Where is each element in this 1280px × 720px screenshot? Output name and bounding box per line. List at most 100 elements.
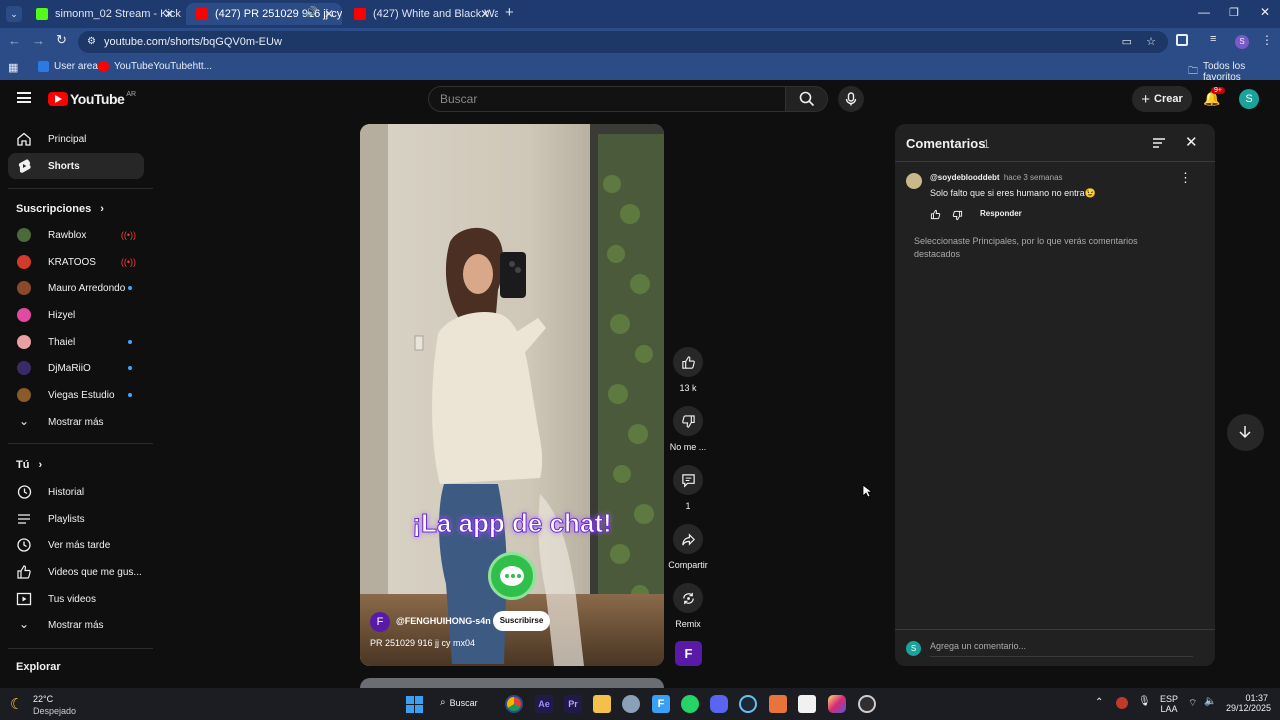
instagram-icon[interactable] [828, 695, 846, 713]
dislike-button[interactable]: No me ... [670, 406, 706, 452]
comment-time[interactable]: hace 3 semanas [1004, 173, 1063, 182]
tab-youtube-wallpaper[interactable]: (427) White and Black Wallpap ✕ [344, 3, 498, 25]
tray-overflow-icon[interactable]: ⌃ [1095, 697, 1103, 708]
channel-avatar[interactable]: F [370, 612, 390, 632]
apps-grid-icon[interactable]: ▦ [8, 61, 18, 74]
subscriptions-heading[interactable]: Suscripciones › [16, 203, 104, 215]
capcut-icon[interactable] [798, 695, 816, 713]
whatsapp-icon[interactable] [681, 695, 699, 713]
language-indicator[interactable]: ESP LAA [1160, 694, 1178, 714]
close-tab-icon[interactable]: ✕ [164, 7, 174, 21]
like-button[interactable]: 13 k [673, 347, 703, 393]
sidebar-item-viegas-estudio[interactable]: Viegas Estudio [8, 382, 144, 408]
comments-button[interactable]: 1 [673, 465, 703, 511]
close-tab-icon[interactable]: ✕ [324, 7, 334, 21]
forward-icon[interactable]: → [32, 33, 45, 48]
sidebar-item-tus-videos[interactable]: Tus videos [8, 586, 144, 612]
sidebar-item-show-more[interactable]: ⌄ Mostrar más [8, 409, 144, 435]
account-avatar[interactable]: S [1239, 89, 1259, 109]
sidebar-item-djmariio[interactable]: DjMaRiiO [8, 355, 144, 381]
sidebar-item-hizyel[interactable]: Hizyel [8, 302, 144, 328]
browser-toolbar: ← → ↻ ⚙ youtube.com/shorts/bqGQV0m-EUw ▭… [0, 28, 1280, 56]
sidebar-item-ver-mas-tarde[interactable]: Ver más tarde [8, 532, 144, 558]
search-input[interactable]: Buscar [428, 86, 786, 112]
search-button[interactable] [786, 86, 828, 112]
tab-kick[interactable]: simonm_02 Stream - Kick Dashb ✕ [26, 3, 182, 25]
next-short-preview[interactable] [360, 678, 664, 688]
channel-handle[interactable]: @FENGHUIHONG-s4n [396, 616, 491, 626]
restore-button[interactable]: ❐ [1229, 6, 1239, 19]
sidebar-item-mauro-arredondo[interactable]: Mauro Arredondo [8, 275, 144, 301]
bookmark-star-icon[interactable]: ☆ [1146, 31, 1156, 53]
bookmark-youtube[interactable]: YouTubeYouTubehtt... [98, 61, 212, 72]
minimize-button[interactable]: — [1198, 5, 1210, 19]
region-code: AR [126, 90, 137, 98]
short-video-player[interactable]: ¡La app de chat! F @FENGHUIHONG-s4n Susc… [360, 124, 664, 666]
commenter-avatar[interactable] [906, 173, 922, 189]
comment-dislike-icon[interactable] [952, 210, 963, 221]
tray-app-icon[interactable] [1116, 697, 1128, 709]
steam-icon[interactable] [739, 695, 757, 713]
tab-search-icon[interactable]: ⌄ [6, 6, 22, 22]
sidebar-item-thaiel[interactable]: Thaiel [8, 329, 144, 355]
after-effects-icon[interactable]: Ae [535, 695, 553, 713]
tray-mic-icon[interactable]: 🎙 [1138, 696, 1151, 707]
you-heading[interactable]: Tú › [16, 459, 42, 471]
wifi-icon[interactable]: ⌔ [1188, 697, 1197, 710]
discord-icon[interactable] [710, 695, 728, 713]
taskbar-search[interactable]: ⌕ Buscar [440, 697, 478, 708]
cast-icon[interactable]: ▭ [1122, 31, 1132, 53]
profile-avatar[interactable]: S [1235, 35, 1249, 49]
settings-gear-icon[interactable] [622, 695, 640, 713]
weather-desc: Despejado [33, 706, 77, 716]
close-icon[interactable]: ✕ [1185, 133, 1198, 151]
close-window-button[interactable]: ✕ [1260, 5, 1270, 19]
sort-icon[interactable] [1152, 137, 1166, 149]
clock[interactable]: 01:37 29/12/2025 [1226, 693, 1271, 713]
reply-button[interactable]: Responder [980, 209, 1022, 218]
back-icon[interactable]: ← [8, 33, 21, 48]
sidebar-item-rawblox[interactable]: Rawblox ((•)) [8, 222, 144, 248]
new-tab-button[interactable]: + [505, 4, 514, 21]
reload-icon[interactable]: ↻ [56, 32, 67, 48]
sidebar-item-liked-videos[interactable]: Videos que me gus... [8, 559, 144, 585]
app-f-icon[interactable]: F [652, 695, 670, 713]
channel-pivot-avatar[interactable]: F [675, 641, 702, 666]
remix-button[interactable]: Remix [673, 583, 703, 629]
bookmark-user-area[interactable]: User area [38, 61, 98, 72]
voice-search-button[interactable] [838, 86, 864, 112]
youtube-logo[interactable]: YouTube AR [48, 91, 136, 107]
extensions-icon[interactable] [1176, 34, 1188, 46]
app-orange-icon[interactable] [769, 695, 787, 713]
create-button[interactable]: + Crear [1132, 86, 1192, 112]
sidebar-item-you-show-more[interactable]: ⌄ Mostrar más [8, 612, 144, 638]
next-video-button[interactable] [1227, 414, 1264, 451]
windows-start-icon[interactable] [406, 696, 423, 713]
sidebar-item-shorts[interactable]: Shorts [8, 153, 144, 179]
file-explorer-icon[interactable] [593, 695, 611, 713]
subscribe-button[interactable]: Suscribirse [493, 611, 550, 631]
close-tab-icon[interactable]: ✕ [480, 7, 490, 21]
site-info-icon[interactable]: ⚙ [87, 31, 96, 53]
notifications-button[interactable]: 🔔 9+ [1203, 87, 1225, 108]
comment-like-icon[interactable] [930, 209, 941, 220]
speaker-icon[interactable]: 🔊 [306, 7, 318, 18]
premiere-icon[interactable]: Pr [564, 695, 582, 713]
hamburger-menu-icon[interactable] [17, 92, 31, 103]
sidebar-item-playlists[interactable]: Playlists [8, 506, 144, 532]
chrome-icon[interactable] [505, 695, 523, 713]
tab-youtube-short[interactable]: (427) PR 251029 916 jj cy m 🔊 ✕ [186, 3, 342, 25]
short-title[interactable]: PR 251029 916 jj cy mx04 [370, 638, 475, 648]
add-comment-input[interactable]: Agrega un comentario... [930, 641, 1193, 657]
address-bar[interactable]: ⚙ youtube.com/shorts/bqGQV0m-EUw ▭ ☆ [78, 31, 1168, 53]
share-button[interactable]: Compartir [668, 524, 708, 570]
comment-menu-icon[interactable]: ⋮ [1179, 170, 1192, 186]
sidebar-item-historial[interactable]: Historial [8, 479, 144, 505]
sidebar-item-kratoos[interactable]: KRATOOS ((•)) [8, 249, 144, 275]
media-control-icon[interactable]: ≡ [1210, 33, 1216, 45]
browser-menu-icon[interactable]: ⋮ [1261, 33, 1273, 47]
sidebar-item-principal[interactable]: Principal [8, 126, 144, 152]
volume-icon[interactable]: 🔈 [1204, 696, 1216, 707]
comment-author[interactable]: @soydeblooddebt [930, 173, 1000, 182]
obs-icon[interactable] [858, 695, 876, 713]
